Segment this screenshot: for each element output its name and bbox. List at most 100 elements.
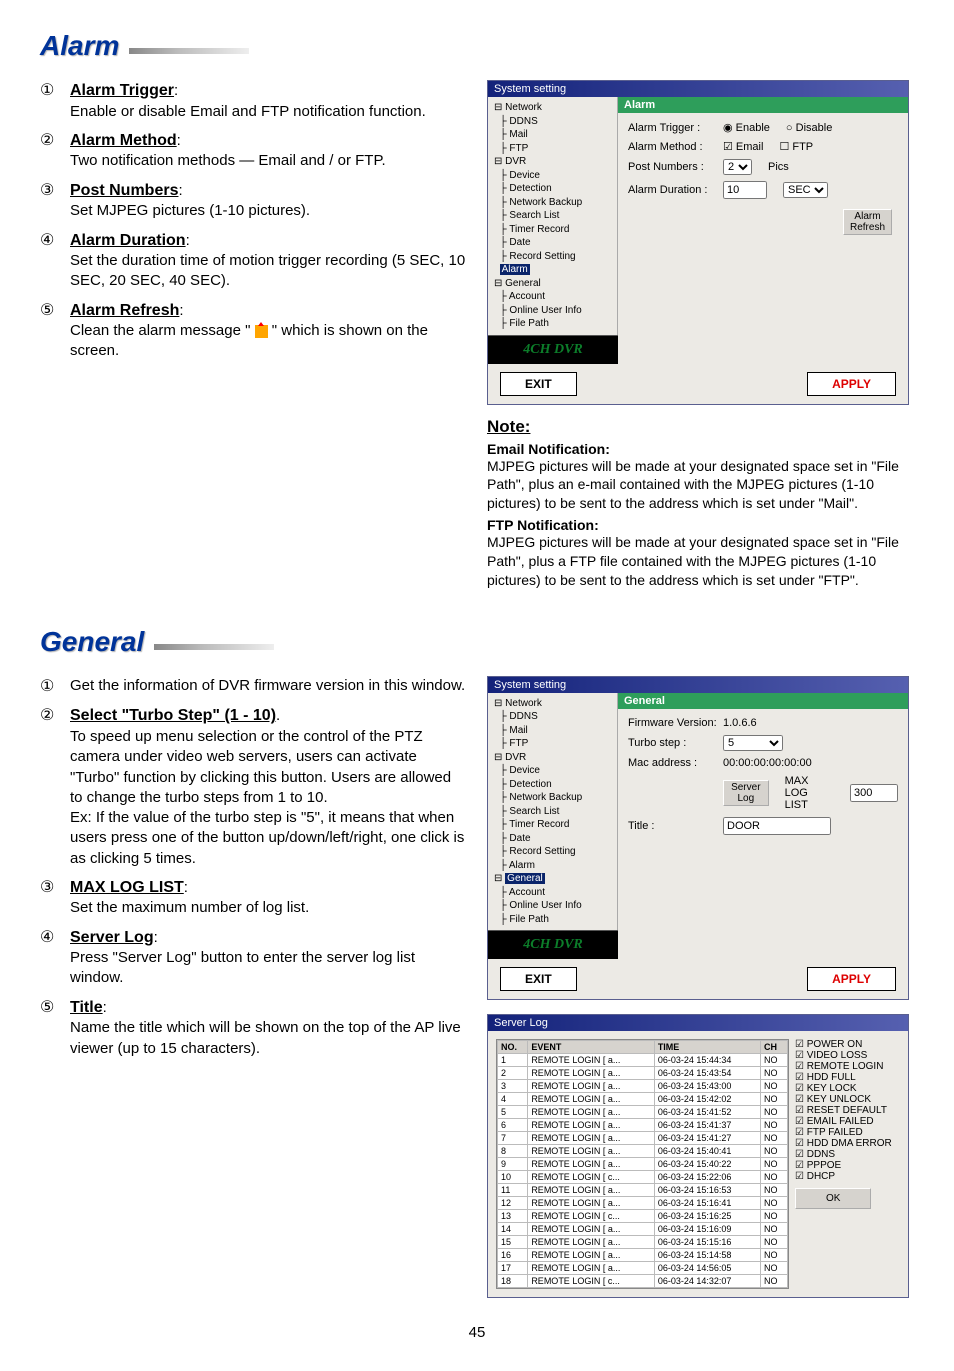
alarm-refresh-button[interactable]: Alarm Refresh [843, 209, 892, 235]
table-row[interactable]: 10REMOTE LOGIN [ c...06-03-24 15:22:06NO [498, 1171, 788, 1184]
list-number: ② [40, 130, 66, 172]
item-body: Enable or disable Email and FTP notifica… [70, 103, 426, 120]
table-row[interactable]: 11REMOTE LOGIN [ a...06-03-24 15:16:53NO [498, 1184, 788, 1197]
ftp-checkbox[interactable]: ☐ FTP [779, 140, 813, 153]
pics-label: Pics [768, 161, 789, 173]
alarm-heading: Alarm [40, 30, 119, 62]
list-item: Post Numbers:Set MJPEG pictures (1-10 pi… [70, 180, 467, 222]
item-title: Alarm Trigger [70, 82, 174, 99]
list-item: Server Log:Press "Server Log" button to … [70, 927, 467, 989]
table-row[interactable]: 17REMOTE LOGIN [ a...06-03-24 14:56:05NO [498, 1262, 788, 1275]
table-row[interactable]: 15REMOTE LOGIN [ a...06-03-24 15:15:16NO [498, 1236, 788, 1249]
title-input[interactable] [723, 817, 831, 835]
list-item: Alarm Trigger:Enable or disable Email an… [70, 80, 467, 122]
filter-checkbox[interactable]: ☑ VIDEO LOSS [795, 1050, 902, 1061]
exit-button[interactable]: EXIT [500, 372, 577, 396]
pane-title: General [618, 693, 908, 709]
table-row[interactable]: 2REMOTE LOGIN [ a...06-03-24 15:43:54NO [498, 1067, 788, 1080]
table-row[interactable]: 5REMOTE LOGIN [ a...06-03-24 15:41:52NO [498, 1106, 788, 1119]
table-row[interactable]: 16REMOTE LOGIN [ a...06-03-24 15:14:58NO [498, 1249, 788, 1262]
col-time: TIME [654, 1041, 760, 1054]
apply-button[interactable]: APPLY [807, 967, 896, 991]
enable-radio[interactable]: ◉ Enable [723, 121, 770, 134]
filter-checkbox[interactable]: ☑ KEY UNLOCK [795, 1094, 902, 1105]
filter-checkbox[interactable]: ☑ KEY LOCK [795, 1083, 902, 1094]
nav-tree[interactable]: ⊟ Network ├ DDNS ├ Mail ├ FTP ⊟ DVR ├ De… [488, 693, 618, 931]
filter-checkbox[interactable]: ☑ RESET DEFAULT [795, 1105, 902, 1116]
table-row[interactable]: 12REMOTE LOGIN [ a...06-03-24 15:16:41NO [498, 1197, 788, 1210]
filter-checkbox[interactable]: ☑ DHCP [795, 1171, 902, 1182]
nav-tree[interactable]: ⊟ Network ├ DDNS ├ Mail ├ FTP ⊟ DVR ├ De… [488, 97, 618, 335]
server-log-table[interactable]: NO. EVENT TIME CH 1REMOTE LOGIN [ a...06… [496, 1039, 789, 1289]
post-numbers-label: Post Numbers : [628, 161, 723, 173]
table-row[interactable]: 13REMOTE LOGIN [ c...06-03-24 15:16:25NO [498, 1210, 788, 1223]
filter-checkbox[interactable]: ☑ HDD FULL [795, 1072, 902, 1083]
window-title: System setting [488, 81, 908, 97]
heading-rule [154, 644, 274, 650]
alarm-trigger-label: Alarm Trigger : [628, 122, 723, 134]
note-ftp-body: MJPEG pictures will be made at your desi… [487, 533, 914, 590]
window-title: Server Log [488, 1015, 908, 1031]
table-row[interactable]: 8REMOTE LOGIN [ a...06-03-24 15:40:41NO [498, 1145, 788, 1158]
item-body: Two notification methods — Email and / o… [70, 152, 386, 169]
item-title: Alarm Method [70, 132, 177, 149]
col-event: EVENT [528, 1041, 655, 1054]
list-number: ③ [40, 180, 66, 222]
ok-button[interactable]: OK [795, 1188, 871, 1209]
table-row[interactable]: 9REMOTE LOGIN [ a...06-03-24 15:40:22NO [498, 1158, 788, 1171]
col-ch: CH [760, 1041, 787, 1054]
filter-checkbox[interactable]: ☑ DDNS [795, 1149, 902, 1160]
item-title: MAX LOG LIST [70, 879, 184, 896]
filter-checkbox[interactable]: ☑ FTP FAILED [795, 1127, 902, 1138]
table-row[interactable]: 6REMOTE LOGIN [ a...06-03-24 15:41:37NO [498, 1119, 788, 1132]
table-row[interactable]: 1REMOTE LOGIN [ a...06-03-24 15:44:34NO [498, 1054, 788, 1067]
maxlog-input[interactable] [850, 784, 898, 802]
item-title: Select "Turbo Step" (1 - 10) [70, 707, 276, 724]
maxlog-label: MAX LOG LIST [785, 775, 834, 811]
item-body: Set the maximum number of log list. [70, 899, 309, 916]
post-numbers-select[interactable]: 2 [723, 159, 752, 175]
page-number: 45 [40, 1324, 914, 1341]
apply-button[interactable]: APPLY [807, 372, 896, 396]
alarm-duration-input[interactable] [723, 181, 767, 199]
heading-rule [129, 48, 249, 54]
list-number: ① [40, 676, 66, 698]
filter-checkbox[interactable]: ☑ EMAIL FAILED [795, 1116, 902, 1127]
list-number: ③ [40, 877, 66, 919]
item-title: Alarm Refresh [70, 302, 179, 319]
filter-checkbox[interactable]: ☑ POWER ON [795, 1039, 902, 1050]
table-row[interactable]: 7REMOTE LOGIN [ a...06-03-24 15:41:27NO [498, 1132, 788, 1145]
email-checkbox[interactable]: ☑ Email [723, 140, 763, 153]
alarm-duration-unit[interactable]: SEC [783, 182, 828, 198]
table-row[interactable]: 14REMOTE LOGIN [ a...06-03-24 15:16:09NO [498, 1223, 788, 1236]
item-body: To speed up menu selection or the contro… [70, 728, 464, 867]
brand-label: 4CH DVR [488, 930, 618, 959]
item-body: Set the duration time of motion trigger … [70, 252, 465, 289]
table-row[interactable]: 3REMOTE LOGIN [ a...06-03-24 15:43:00NO [498, 1080, 788, 1093]
item-body: Clean the alarm message " " which is sho… [70, 322, 428, 359]
filter-checkbox[interactable]: ☑ PPPOE [795, 1160, 902, 1171]
list-number: ④ [40, 927, 66, 989]
window-title: System setting [488, 677, 908, 693]
firmware-label: Firmware Version: [628, 717, 723, 729]
filter-checkbox[interactable]: ☑ HDD DMA ERROR [795, 1138, 902, 1149]
firmware-value: 1.0.6.6 [723, 717, 898, 729]
disable-radio[interactable]: ○ Disable [786, 122, 832, 134]
server-log-button[interactable]: Server Log [723, 780, 769, 806]
system-setting-general-window: System setting ⊟ Network ├ DDNS ├ Mail ├… [487, 676, 909, 1001]
list-item: Get the information of DVR firmware vers… [70, 676, 467, 698]
item-body: Press "Server Log" button to enter the s… [70, 949, 415, 986]
exit-button[interactable]: EXIT [500, 967, 577, 991]
alarm-duration-label: Alarm Duration : [628, 184, 723, 196]
table-row[interactable]: 18REMOTE LOGIN [ c...06-03-24 14:32:07NO [498, 1275, 788, 1288]
note-ftp-sub: FTP Notification: [487, 517, 914, 533]
alarm-icon [255, 325, 268, 338]
table-row[interactable]: 4REMOTE LOGIN [ a...06-03-24 15:42:02NO [498, 1093, 788, 1106]
list-item: MAX LOG LIST:Set the maximum number of l… [70, 877, 467, 919]
filter-checkbox[interactable]: ☑ REMOTE LOGIN [795, 1061, 902, 1072]
turbo-select[interactable]: 5 [723, 735, 783, 751]
col-no: NO. [498, 1041, 528, 1054]
list-number: ⑤ [40, 997, 66, 1059]
alarm-method-label: Alarm Method : [628, 141, 723, 153]
item-title: Title [70, 999, 103, 1016]
